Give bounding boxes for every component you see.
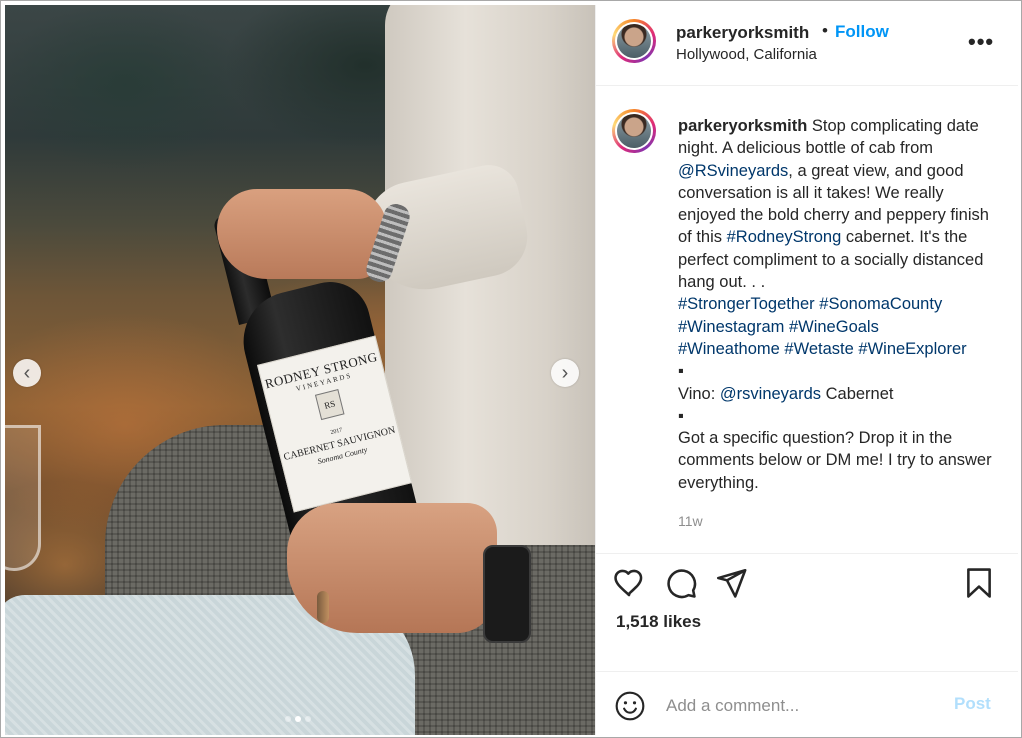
hashtag-link[interactable]: #RodneyStrong — [727, 228, 842, 246]
comment-icon[interactable] — [664, 566, 698, 600]
caption-area: parkeryorksmith Stop complicating date n… — [596, 85, 1018, 553]
carousel-dot-active — [295, 716, 301, 722]
carousel-dot — [285, 716, 291, 722]
chevron-left-icon: ‹ — [23, 362, 31, 384]
prev-slide-button[interactable]: ‹ — [13, 359, 41, 387]
label-crest: RS — [314, 389, 345, 421]
chevron-right-icon: › — [561, 362, 569, 384]
header-separator: • — [822, 21, 828, 40]
post-window: RODNEY STRONG VINEYARDS RS 2017 CABERNET… — [0, 0, 1022, 738]
emoji-icon[interactable] — [614, 690, 646, 722]
bookmark-icon[interactable] — [962, 566, 996, 600]
hashtag-link[interactable]: #SonomaCounty — [819, 295, 942, 313]
carousel-dot — [305, 716, 311, 722]
header-avatar-inner — [615, 22, 653, 60]
header-avatar[interactable] — [612, 19, 656, 63]
follow-button[interactable]: Follow — [835, 22, 889, 42]
caption-avatar-inner — [615, 112, 653, 150]
share-icon[interactable] — [714, 566, 748, 600]
comment-input[interactable] — [664, 692, 938, 720]
heart-icon[interactable] — [612, 566, 646, 600]
post-caption: parkeryorksmith Stop complicating date n… — [678, 115, 1002, 494]
post-actions: 1,518 likes — [596, 553, 1018, 672]
post-timestamp[interactable]: 11w — [678, 513, 703, 529]
post-location[interactable]: Hollywood, California — [676, 46, 817, 63]
caption-avatar[interactable] — [612, 109, 656, 153]
mention-link[interactable]: @RSvineyards — [678, 162, 788, 180]
hashtag-link[interactable]: #WineExplorer — [858, 340, 966, 358]
next-slide-button[interactable]: › — [551, 359, 579, 387]
photo-watch — [483, 545, 531, 643]
mention-link[interactable]: @rsvineyards — [720, 385, 821, 403]
header-username[interactable]: parkeryorksmith — [676, 23, 809, 43]
more-options-button[interactable]: ••• — [968, 29, 994, 55]
hashtag-link[interactable]: #Wineathome — [678, 340, 780, 358]
caption-text: Cabernet — [821, 384, 894, 403]
post-details-panel: parkeryorksmith • Follow Hollywood, Cali… — [595, 5, 1018, 735]
avatar-image — [617, 114, 651, 148]
comment-bar: Post — [596, 671, 1018, 736]
post-photo[interactable]: RODNEY STRONG VINEYARDS RS 2017 CABERNET… — [5, 5, 595, 735]
photo-ring — [317, 591, 329, 623]
hashtag-link[interactable]: #Winestagram — [678, 318, 784, 336]
caption-text: Got a specific question? Drop it in the … — [678, 429, 997, 492]
caption-username[interactable]: parkeryorksmith — [678, 117, 807, 135]
carousel-dots — [285, 716, 311, 722]
post-header: parkeryorksmith • Follow Hollywood, Cali… — [596, 5, 1018, 86]
post-comment-button[interactable]: Post — [954, 694, 991, 714]
avatar-image — [617, 24, 651, 58]
hashtag-link[interactable]: #WineGoals — [789, 318, 879, 336]
wine-glass — [5, 425, 41, 571]
photo-hand-top — [217, 189, 387, 279]
hashtag-link[interactable]: #Wetaste — [784, 340, 853, 358]
caption-text: Vino: — [678, 384, 720, 403]
hashtag-link[interactable]: #StrongerTogether — [678, 295, 815, 313]
bullet-separator: ▪ — [678, 406, 684, 425]
bullet-separator: ▪ — [678, 362, 684, 381]
likes-count[interactable]: 1,518 likes — [616, 612, 701, 632]
label-crest-text: RS — [323, 398, 337, 411]
